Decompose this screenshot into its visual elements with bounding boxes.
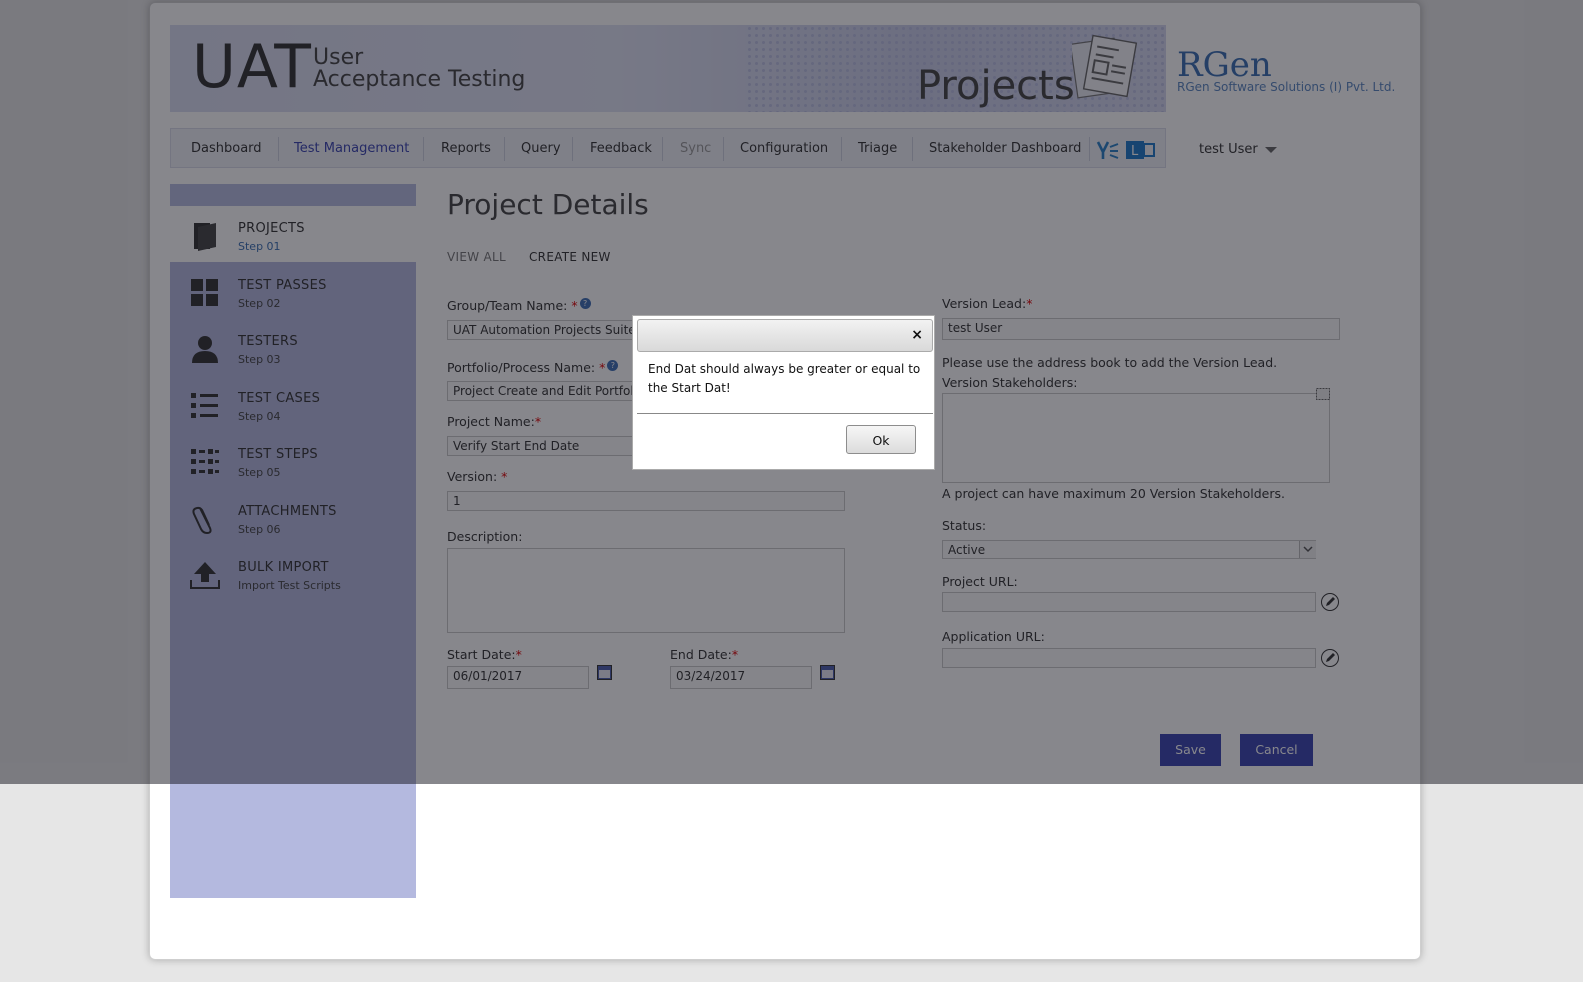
ok-button[interactable]: Ok (846, 425, 916, 454)
alert-dialog: × End Dat should always be greater or eq… (632, 315, 935, 470)
dialog-message: End Dat should always be greater or equa… (648, 362, 921, 395)
dialog-titlebar: × (637, 319, 933, 352)
close-icon[interactable]: × (911, 327, 923, 343)
dialog-divider (637, 413, 933, 414)
